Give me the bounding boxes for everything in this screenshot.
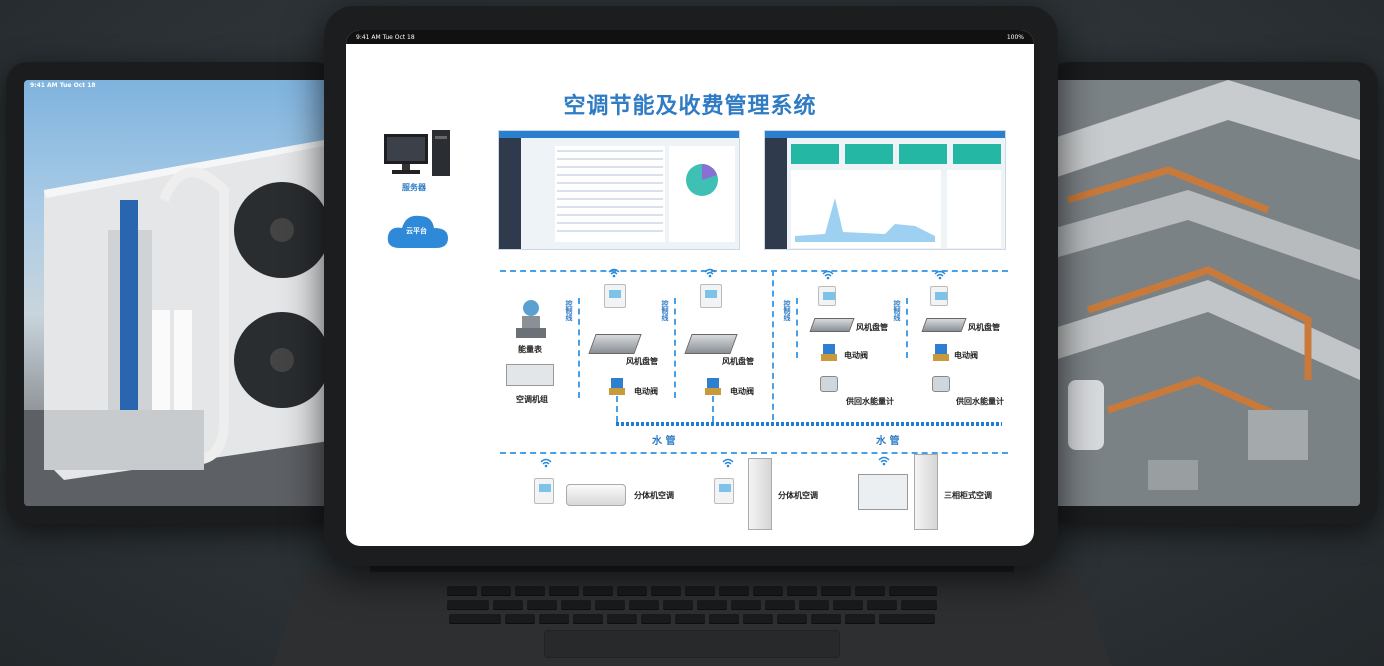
electric-valve-label: 电动阀 [954,351,978,360]
server-label: 服务器 [402,183,426,192]
three-phase-ac-icon [914,454,938,530]
supply-line [712,396,714,422]
supply-return-meter-label: 供回水能量计 [846,397,894,406]
fan-coil-icon [588,334,642,354]
fan-coil-label: 风机盘管 [722,357,754,366]
electric-valve-label: 电动阀 [730,387,754,396]
floor-ac-icon [748,458,772,530]
thermostat-icon [930,286,948,306]
wifi-icon [722,458,734,468]
fan-coil-icon [809,318,855,332]
electric-valve-icon [609,378,625,395]
energy-meter-icon [516,300,546,338]
key-row [272,614,1112,624]
electric-valve-icon [821,344,837,361]
fan-coil-icon [684,334,738,354]
water-pipe [616,422,1002,426]
hvac-piping-3d-image [1048,80,1360,506]
server-icon [384,130,450,176]
ac-unit-icon [506,364,554,386]
electric-valve-icon [933,344,949,361]
wifi-icon [704,268,716,278]
control-line-label: 控制线 [783,300,791,321]
thermostat-icon [604,284,626,308]
right-tablet [1048,62,1378,524]
system-boundary-top [500,270,1008,272]
wifi-icon [822,270,834,280]
energy-meter-icon [932,376,950,392]
control-line [674,298,676,398]
fan-coil-label: 风机盘管 [626,357,658,366]
main-screen: 9:41 AM Tue Oct 18 100% 空调节能及收费管理系统 服务器 … [346,30,1034,546]
split-ac-label: 分体机空调 [634,491,674,500]
wifi-icon [878,456,890,466]
wifi-icon [934,270,946,280]
left-tablet: 9:41 AM Tue Oct 18 [6,62,336,524]
energy-meter-icon [820,376,838,392]
fan-coil-label: 风机盘管 [968,323,1000,332]
cloud-label: 云平台 [406,227,427,235]
thermostat-icon [714,478,734,504]
electric-meter-icon [858,474,908,510]
status-time: 9:41 AM Tue Oct 18 [356,33,415,41]
thermostat-icon [818,286,836,306]
control-line-label: 控制线 [661,300,669,321]
three-phase-ac-label: 三相柜式空调 [944,491,992,500]
water-pipe-label: 水 管 [876,436,900,447]
wifi-icon [540,458,552,468]
dashboard-screenshot-table [498,130,740,250]
supply-line [616,396,618,422]
dashboard-screenshot-chart [764,130,1006,250]
water-pipe-label: 水 管 [652,436,676,447]
left-tablet-screen: 9:41 AM Tue Oct 18 [24,80,336,506]
electric-valve-label: 电动阀 [634,387,658,396]
wifi-icon [608,268,620,278]
split-ac-icon [566,484,626,506]
control-line [578,298,580,398]
main-status-bar: 9:41 AM Tue Oct 18 100% [346,30,1034,44]
ac-unit-label: 空调机组 [516,395,548,404]
key-row [272,586,1112,596]
fan-coil-icon [921,318,967,332]
fan-coil-label: 风机盘管 [856,323,888,332]
supply-return-meter-label: 供回水能量计 [956,397,1004,406]
electric-valve-icon [705,378,721,395]
stage: 9:41 AM Tue Oct 18 9:41 AM Tue Oct 18 10… [0,0,1384,666]
energy-meter-label: 能量表 [518,345,542,354]
page-title: 空调节能及收费管理系统 [563,94,817,119]
split-ac-label-2: 分体机空调 [778,491,818,500]
right-tablet-screen [1048,80,1360,506]
main-tablet: 9:41 AM Tue Oct 18 100% 空调节能及收费管理系统 服务器 … [324,6,1058,566]
status-battery: 100% [1006,33,1024,41]
trackpad[interactable] [544,630,840,658]
rooftop-ac-unit-image [24,140,336,506]
system-divider [772,270,774,420]
control-line-label: 控制线 [565,300,573,321]
control-line-label: 控制线 [893,300,901,321]
thermostat-icon [700,284,722,308]
thermostat-icon [534,478,554,504]
key-row [272,600,1112,610]
control-line [906,298,908,358]
control-line [796,298,798,358]
electric-valve-label: 电动阀 [844,351,868,360]
